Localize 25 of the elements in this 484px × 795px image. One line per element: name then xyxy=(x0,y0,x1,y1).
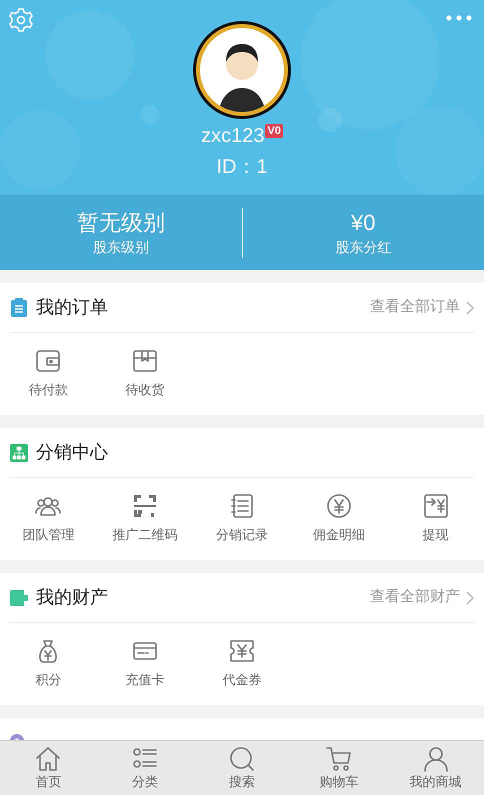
tab[interactable]: 购物车 xyxy=(290,741,388,795)
tab[interactable]: 分类 xyxy=(96,741,194,795)
menu-item[interactable]: 佣金明细 xyxy=(290,493,388,545)
menu-item[interactable]: 待收货 xyxy=(96,348,194,400)
section-title: 我的订单 xyxy=(36,296,108,319)
menu-item[interactable]: 分销记录 xyxy=(194,493,290,545)
menu-item[interactable]: 充值卡 xyxy=(96,638,194,690)
menu-item[interactable]: 推广二维码 xyxy=(96,493,194,545)
menu-item[interactable]: 代金券 xyxy=(194,638,290,690)
menu-item[interactable]: 待付款 xyxy=(0,348,97,400)
menu-item[interactable]: 积分 xyxy=(0,638,97,690)
tab[interactable]: 搜索 xyxy=(194,741,290,795)
user-id: ID：1 xyxy=(216,155,268,180)
menu-item[interactable]: 提现 xyxy=(387,493,484,545)
stat-label: 股东分红 xyxy=(335,238,392,256)
menu-item[interactable]: 团队管理 xyxy=(0,493,97,545)
tab[interactable]: 首页 xyxy=(0,741,97,795)
username: zxc123 xyxy=(201,124,264,149)
section-title: 我的财产 xyxy=(36,586,108,609)
stat-label: 股东级别 xyxy=(92,238,149,256)
stat-value: 暂无级别 xyxy=(76,208,165,236)
level-badge: V0 xyxy=(265,124,283,138)
stat-value: ¥0 xyxy=(351,208,376,236)
section-title: 分销中心 xyxy=(36,441,108,464)
tab[interactable]: 我的商城 xyxy=(387,741,484,795)
